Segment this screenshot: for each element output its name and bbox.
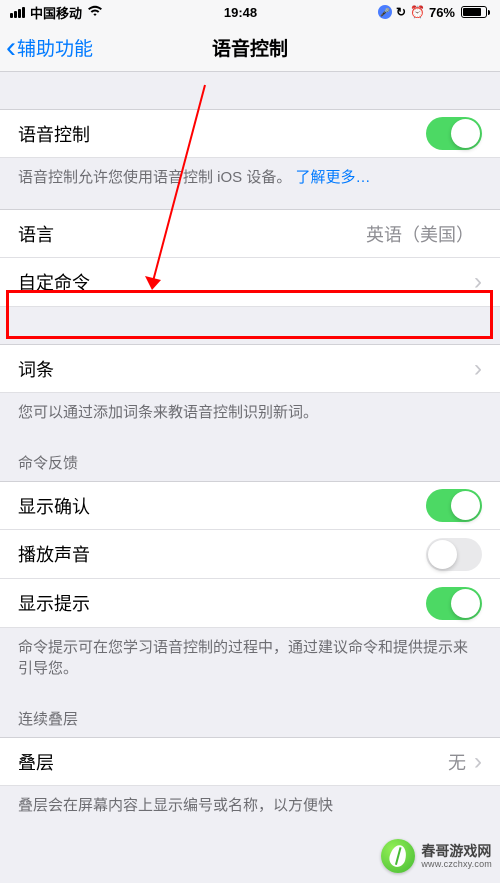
- voice-control-desc: 语音控制允许您使用语音控制 iOS 设备。 了解更多…: [0, 158, 500, 197]
- status-right: 🎤 ↻ ⏰ 76%: [378, 5, 490, 20]
- overlay-label: 叠层: [18, 749, 448, 775]
- battery-percent: 76%: [429, 5, 455, 20]
- overlay-value: 无: [448, 749, 466, 775]
- vocabulary-label: 词条: [18, 356, 474, 382]
- language-row[interactable]: 语言 英语（美国）: [0, 209, 500, 258]
- status-time: 19:48: [224, 5, 257, 20]
- wifi-icon: [87, 5, 103, 20]
- nav-bar: ‹ 辅助功能 语音控制: [0, 24, 500, 72]
- feedback-header: 命令反馈: [0, 432, 500, 481]
- voice-control-label: 语音控制: [18, 121, 426, 147]
- chevron-right-icon: ›: [474, 748, 482, 776]
- voice-control-row[interactable]: 语音控制: [0, 109, 500, 158]
- hints-desc: 命令提示可在您学习语音控制的过程中，通过建议命令和提供提示来引导您。: [0, 628, 500, 688]
- lock-icon: ↻: [396, 5, 406, 19]
- show-confirmation-row[interactable]: 显示确认: [0, 481, 500, 530]
- mic-icon: 🎤: [378, 5, 392, 19]
- show-hints-switch[interactable]: [426, 587, 482, 620]
- alarm-icon: ⏰: [410, 5, 425, 19]
- play-sound-row[interactable]: 播放声音: [0, 530, 500, 579]
- back-button[interactable]: ‹ 辅助功能: [0, 33, 93, 63]
- vocabulary-desc: 您可以通过添加词条来教语音控制识别新词。: [0, 393, 500, 432]
- watermark-name: 春哥游戏网: [421, 844, 492, 858]
- back-label: 辅助功能: [17, 34, 93, 61]
- show-hints-row[interactable]: 显示提示: [0, 579, 500, 628]
- show-confirmation-switch[interactable]: [426, 489, 482, 522]
- language-value: 英语（美国）: [366, 221, 474, 247]
- status-bar: 中国移动 19:48 🎤 ↻ ⏰ 76%: [0, 0, 500, 24]
- watermark: 春哥游戏网 www.czchxy.com: [381, 839, 492, 873]
- watermark-logo-icon: [381, 839, 415, 873]
- vocabulary-row[interactable]: 词条 ›: [0, 344, 500, 393]
- custom-commands-label: 自定命令: [18, 269, 474, 295]
- voice-control-switch[interactable]: [426, 117, 482, 150]
- battery-icon: [459, 6, 490, 18]
- learn-more-link[interactable]: 了解更多…: [296, 169, 371, 186]
- overlay-row[interactable]: 叠层 无 ›: [0, 737, 500, 786]
- play-sound-switch[interactable]: [426, 538, 482, 571]
- status-left: 中国移动: [10, 3, 103, 22]
- chevron-right-icon: ›: [474, 268, 482, 296]
- watermark-url: www.czchxy.com: [421, 860, 492, 869]
- chevron-right-icon: ›: [474, 355, 482, 383]
- show-hints-label: 显示提示: [18, 590, 426, 616]
- carrier-label: 中国移动: [30, 3, 82, 22]
- overlay-desc: 叠层会在屏幕内容上显示编号或名称，以方便快: [0, 786, 500, 825]
- overlay-header: 连续叠层: [0, 688, 500, 737]
- signal-icon: [10, 7, 25, 18]
- show-confirmation-label: 显示确认: [18, 493, 426, 519]
- chevron-left-icon: ‹: [6, 33, 16, 63]
- play-sound-label: 播放声音: [18, 541, 426, 567]
- language-label: 语言: [18, 221, 366, 247]
- custom-commands-row[interactable]: 自定命令 ›: [0, 258, 500, 307]
